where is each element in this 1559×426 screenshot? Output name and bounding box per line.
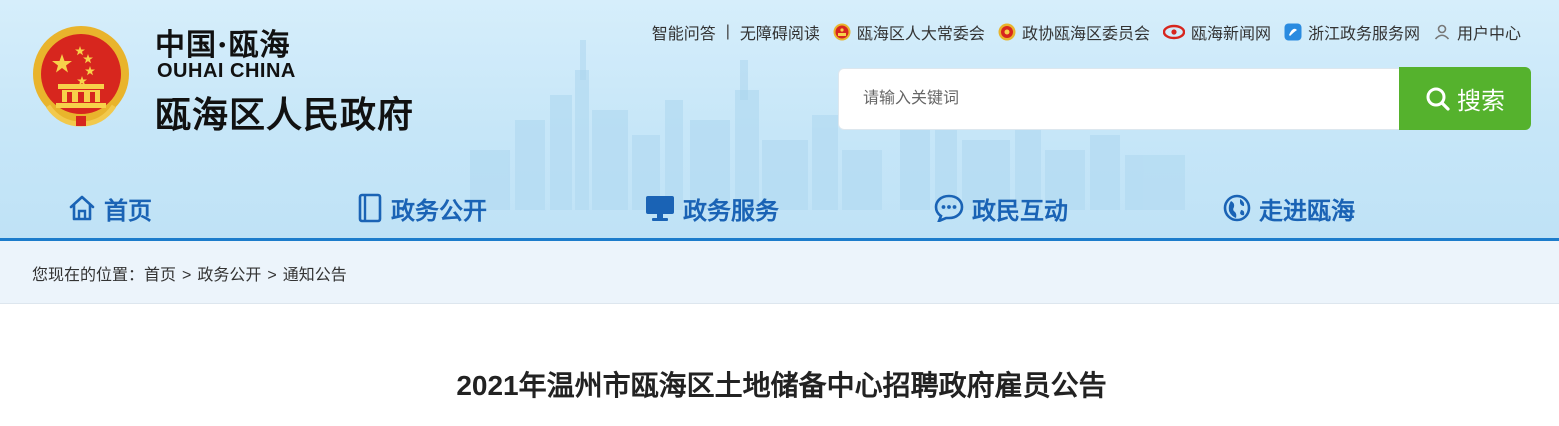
breadcrumb-bar: 您现在的位置：首页 > 政务公开 > 通知公告: [0, 241, 1559, 304]
nav-gov-services-label: 政务服务: [683, 197, 779, 225]
link-zj-service-label: 浙江政务服务网: [1307, 26, 1420, 43]
search-box: [838, 68, 1402, 130]
nav-home[interactable]: 首页: [68, 188, 152, 228]
link-smart-qa[interactable]: 智能问答: [652, 20, 716, 44]
article-title: 2021年温州市瓯海区土地储备中心招聘政府雇员公告: [456, 370, 1107, 401]
search-button[interactable]: 搜索: [1399, 67, 1531, 130]
emblem-red-icon: [833, 23, 851, 41]
breadcrumb-prefix: 您现在的位置：: [32, 267, 145, 284]
site-name: 瓯海区人民政府: [155, 94, 415, 135]
site-header: 中国·瓯海 OUHAI CHINA 瓯海区人民政府 智能问答 | 无障碍阅读 瓯…: [0, 0, 1559, 240]
chat-icon: [934, 194, 964, 222]
user-icon: [1434, 24, 1450, 40]
globe-icon: [1223, 194, 1251, 222]
link-cppcc[interactable]: 政协瓯海区委员会: [985, 20, 1150, 44]
breadcrumb: 您现在的位置：首页 > 政务公开 > 通知公告: [32, 261, 347, 285]
link-zj-service[interactable]: 浙江政务服务网: [1271, 20, 1420, 44]
search-icon: [1426, 87, 1450, 111]
monitor-icon: [646, 196, 674, 221]
link-user-center[interactable]: 用户中心: [1420, 20, 1521, 44]
separator: |: [725, 23, 730, 40]
breadcrumb-separator: >: [267, 267, 277, 284]
link-npc[interactable]: 瓯海区人大常委会: [820, 20, 985, 44]
nav-home-label: 首页: [104, 197, 152, 225]
link-smart-qa-label: 智能问答: [651, 26, 716, 43]
breadcrumb-gov-affairs-open[interactable]: 政务公开: [197, 267, 261, 284]
link-accessibility[interactable]: 无障碍阅读: [740, 20, 820, 44]
zj-service-icon: [1284, 23, 1302, 41]
nav-gov-affairs-open[interactable]: 政务公开: [357, 188, 487, 228]
national-emblem-icon: [33, 26, 129, 127]
home-icon: [69, 195, 95, 221]
document-icon: [358, 193, 382, 223]
cppcc-emblem-icon: [998, 23, 1016, 41]
breadcrumb-separator: >: [182, 267, 192, 284]
nav-gov-services[interactable]: 政务服务: [645, 188, 779, 228]
logo-chinese-text: 中国·瓯海: [155, 28, 291, 63]
nav-interaction-label: 政民互动: [972, 197, 1068, 225]
search-input[interactable]: [839, 69, 1401, 129]
nav-gov-affairs-open-label: 政务公开: [391, 197, 487, 225]
nav-about-ouhai-label: 走进瓯海: [1259, 197, 1355, 225]
search-button-label: 搜索: [1457, 88, 1505, 115]
breadcrumb-notices[interactable]: 通知公告: [283, 267, 347, 284]
article-title-wrap: 2021年温州市瓯海区土地储备中心招聘政府雇员公告: [0, 364, 1559, 404]
link-cppcc-label: 政协瓯海区委员会: [1021, 26, 1150, 43]
nav-interaction[interactable]: 政民互动: [934, 188, 1068, 228]
link-ouhai-news[interactable]: 瓯海新闻网: [1150, 20, 1271, 44]
link-accessibility-label: 无障碍阅读: [739, 26, 820, 43]
news-logo-icon: [1162, 24, 1185, 40]
breadcrumb-home[interactable]: 首页: [144, 267, 176, 284]
link-user-center-label: 用户中心: [1456, 26, 1521, 43]
top-links-bar: 智能问答 | 无障碍阅读 瓯海区人大常委会 政协瓯海区委员会 瓯海新闻网 浙江政…: [652, 20, 1521, 44]
nav-about-ouhai[interactable]: 走进瓯海: [1223, 188, 1355, 228]
link-ouhai-news-label: 瓯海新闻网: [1190, 26, 1271, 43]
main-nav: 首页 政务公开 政务服务 政民互动 走进瓯海: [0, 188, 1559, 228]
logo-english-text: OUHAI CHINA: [157, 60, 296, 82]
link-npc-label: 瓯海区人大常委会: [856, 26, 985, 43]
